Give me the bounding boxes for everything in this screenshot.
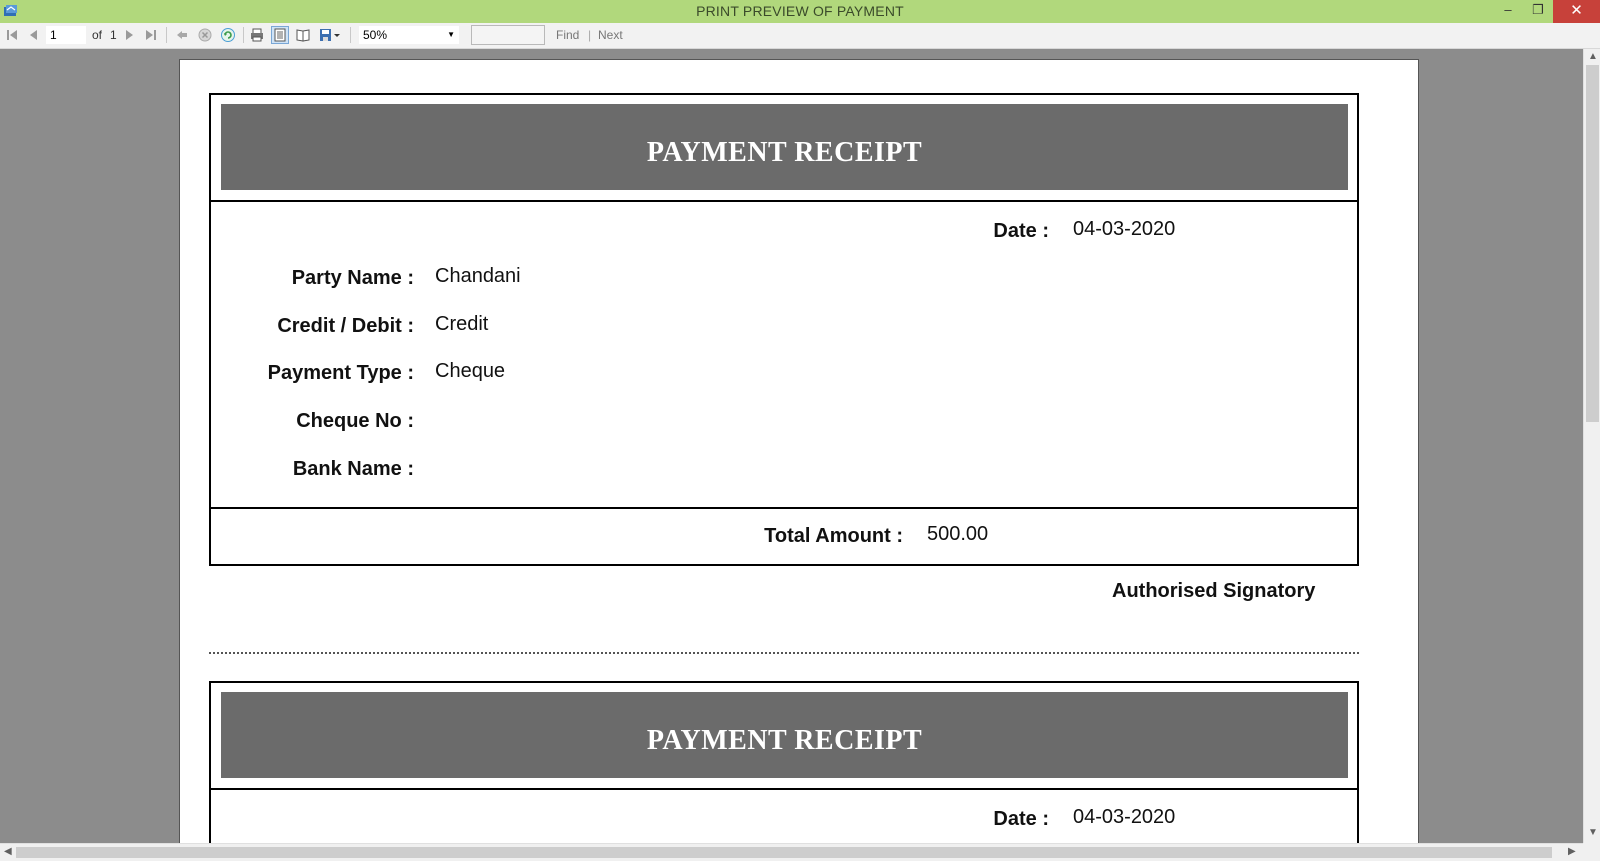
receipt-box: PAYMENT RECEIPT Date : 04-03-2020 Party … <box>209 93 1359 566</box>
stop-icon[interactable] <box>197 27 213 43</box>
zoom-select[interactable]: 50% ▼ <box>359 26 459 44</box>
report-viewport[interactable]: PAYMENT RECEIPT Date : 04-03-2020 Party … <box>0 49 1583 843</box>
receipt-title: PAYMENT RECEIPT <box>646 137 923 168</box>
find-next-button[interactable]: Next <box>598 26 623 44</box>
divider <box>211 200 1357 202</box>
window-title: PRINT PREVIEW OF PAYMENT <box>696 3 904 19</box>
last-page-icon[interactable] <box>143 27 159 43</box>
toolbar-separator <box>243 27 244 43</box>
find-button[interactable]: Find <box>556 26 579 44</box>
cheque-no-label: Cheque No : <box>296 410 414 432</box>
scrollbar-corner <box>1583 843 1600 860</box>
vertical-scroll-thumb[interactable] <box>1586 65 1599 422</box>
page-number-input[interactable] <box>46 26 86 44</box>
refresh-icon[interactable] <box>220 27 236 43</box>
print-layout-icon[interactable] <box>271 26 289 44</box>
restore-button[interactable]: ❐ <box>1524 0 1552 23</box>
chevron-down-icon: ▼ <box>447 30 455 39</box>
credit-debit-value: Credit <box>435 313 489 335</box>
prev-page-icon[interactable] <box>25 27 41 43</box>
total-amount-label: Total Amount : <box>764 525 903 547</box>
toolbar-separator <box>166 27 167 43</box>
scroll-left-icon[interactable]: ◀ <box>4 846 12 857</box>
page-of-label: of <box>92 28 103 42</box>
report-page: PAYMENT RECEIPT Date : 04-03-2020 Party … <box>179 59 1419 843</box>
horizontal-scrollbar[interactable]: ◀ ▶ <box>0 843 1583 861</box>
party-name-value: Chandani <box>435 265 521 287</box>
divider <box>211 788 1357 790</box>
date-label: Date : <box>993 808 1049 830</box>
divider <box>211 507 1357 509</box>
export-icon[interactable] <box>318 27 334 43</box>
receipt-title: PAYMENT RECEIPT <box>646 725 923 756</box>
horizontal-scroll-thumb[interactable] <box>16 847 1552 858</box>
zoom-value: 50% <box>363 28 388 42</box>
scroll-right-icon[interactable]: ▶ <box>1568 846 1576 857</box>
first-page-icon[interactable] <box>4 27 20 43</box>
next-page-icon[interactable] <box>122 27 138 43</box>
receipt-box: PAYMENT RECEIPT Date : 04-03-2020 <box>209 681 1359 843</box>
payment-type-value: Cheque <box>435 360 506 382</box>
chevron-down-icon[interactable] <box>333 27 341 43</box>
payment-type-label: Payment Type : <box>267 362 414 384</box>
find-input[interactable] <box>471 25 545 45</box>
credit-debit-label: Credit / Debit : <box>277 315 414 337</box>
receipt-header-banner: PAYMENT RECEIPT <box>221 692 1348 778</box>
toolbar-separator <box>350 27 351 43</box>
minimize-button[interactable]: – <box>1494 0 1522 23</box>
vertical-scrollbar[interactable]: ▲ ▼ <box>1583 49 1600 843</box>
toolbar: of 1 50% ▼ Find | Next <box>0 23 1600 49</box>
authorised-signatory: Authorised Signatory <box>1112 580 1316 602</box>
date-label: Date : <box>993 220 1049 242</box>
total-amount-value: 500.00 <box>927 523 989 545</box>
receipt-header-banner: PAYMENT RECEIPT <box>221 104 1348 190</box>
scroll-up-icon[interactable]: ▲ <box>1588 51 1598 62</box>
dotted-separator <box>209 652 1359 654</box>
print-icon[interactable] <box>249 27 265 43</box>
scroll-down-icon[interactable]: ▼ <box>1588 827 1598 838</box>
back-icon[interactable] <box>174 27 190 43</box>
date-value: 04-03-2020 <box>1073 806 1176 828</box>
toolbar-separator: | <box>588 28 592 42</box>
title-bar: PRINT PREVIEW OF PAYMENT – ❐ ✕ <box>0 0 1600 23</box>
party-name-label: Party Name : <box>291 267 414 289</box>
total-pages: 1 <box>110 28 117 42</box>
date-value: 04-03-2020 <box>1073 218 1176 240</box>
page-setup-icon[interactable] <box>295 27 311 43</box>
bank-name-label: Bank Name : <box>292 458 414 480</box>
close-button[interactable]: ✕ <box>1553 0 1600 23</box>
